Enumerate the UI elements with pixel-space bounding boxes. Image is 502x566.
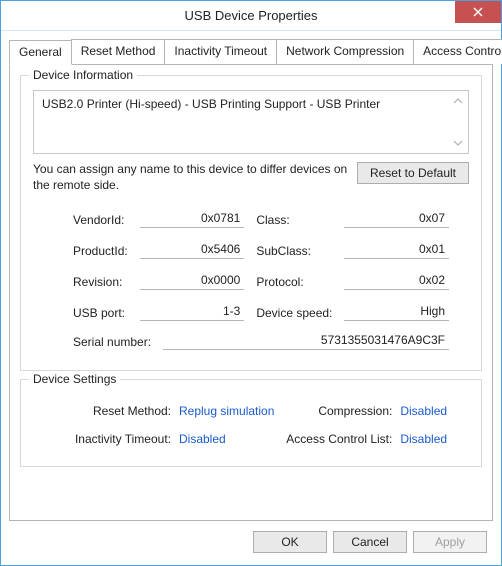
scroll-down-icon[interactable] [452,137,464,149]
usbport-label: USB port: [73,306,128,320]
vendor-value: 0x0781 [140,211,245,228]
dialog-buttons: OK Cancel Apply [9,521,493,557]
settings-grid: Reset Method: Replug simulation Compress… [73,404,449,446]
window: USB Device Properties General Reset Meth… [0,0,502,566]
scroll-up-icon[interactable] [452,95,464,107]
window-title: USB Device Properties [1,8,501,23]
serial-row: Serial number: 5731355031476A9C3F [73,333,449,350]
speed-value: High [344,304,449,321]
device-fields: VendorId: 0x0781 Class: 0x07 ProductId: … [73,211,449,321]
protocol-label: Protocol: [256,275,332,289]
speed-label: Device speed: [256,306,332,320]
tab-access-control-list[interactable]: Access Control List [413,39,502,64]
hint-row: You can assign any name to this device t… [33,162,469,193]
group-device-settings-title: Device Settings [29,372,120,386]
group-device-settings: Device Settings Reset Method: Replug sim… [20,379,482,467]
device-description-box[interactable]: USB2.0 Printer (Hi-speed) - USB Printing… [33,90,469,154]
tab-inactivity-timeout[interactable]: Inactivity Timeout [164,39,277,64]
compression-link[interactable]: Disabled [400,404,449,418]
class-label: Class: [256,213,332,227]
titlebar: USB Device Properties [1,1,501,31]
subclass-value: 0x01 [344,242,449,259]
device-description-text: USB2.0 Printer (Hi-speed) - USB Printing… [42,97,380,111]
close-button[interactable] [455,1,501,23]
protocol-value: 0x02 [344,273,449,290]
close-icon [473,7,483,17]
serial-label: Serial number: [73,335,151,349]
hint-text: You can assign any name to this device t… [33,162,349,193]
reset-method-label: Reset Method: [73,404,171,418]
client-area: General Reset Method Inactivity Timeout … [1,31,501,565]
class-value: 0x07 [344,211,449,228]
apply-button[interactable]: Apply [413,531,487,553]
tabstrip: General Reset Method Inactivity Timeout … [9,39,493,64]
group-device-information: Device Information USB2.0 Printer (Hi-sp… [20,75,482,371]
cancel-button[interactable]: Cancel [333,531,407,553]
ok-button[interactable]: OK [253,531,327,553]
revision-value: 0x0000 [140,273,245,290]
product-label: ProductId: [73,244,128,258]
subclass-label: SubClass: [256,244,332,258]
compression-label: Compression: [284,404,392,418]
inactivity-timeout-label: Inactivity Timeout: [73,432,171,446]
acl-label: Access Control List: [284,432,392,446]
tab-general[interactable]: General [9,40,72,65]
acl-link[interactable]: Disabled [400,432,449,446]
tab-panel-general: Device Information USB2.0 Printer (Hi-sp… [9,64,493,521]
reset-to-default-button[interactable]: Reset to Default [357,162,469,184]
inactivity-timeout-link[interactable]: Disabled [179,432,276,446]
serial-value: 5731355031476A9C3F [163,333,449,350]
usbport-value: 1-3 [140,304,245,321]
vendor-label: VendorId: [73,213,128,227]
tab-network-compression[interactable]: Network Compression [276,39,414,64]
revision-label: Revision: [73,275,128,289]
tab-reset-method[interactable]: Reset Method [71,39,166,64]
group-device-information-title: Device Information [29,68,137,82]
product-value: 0x5406 [140,242,245,259]
reset-method-link[interactable]: Replug simulation [179,404,276,418]
